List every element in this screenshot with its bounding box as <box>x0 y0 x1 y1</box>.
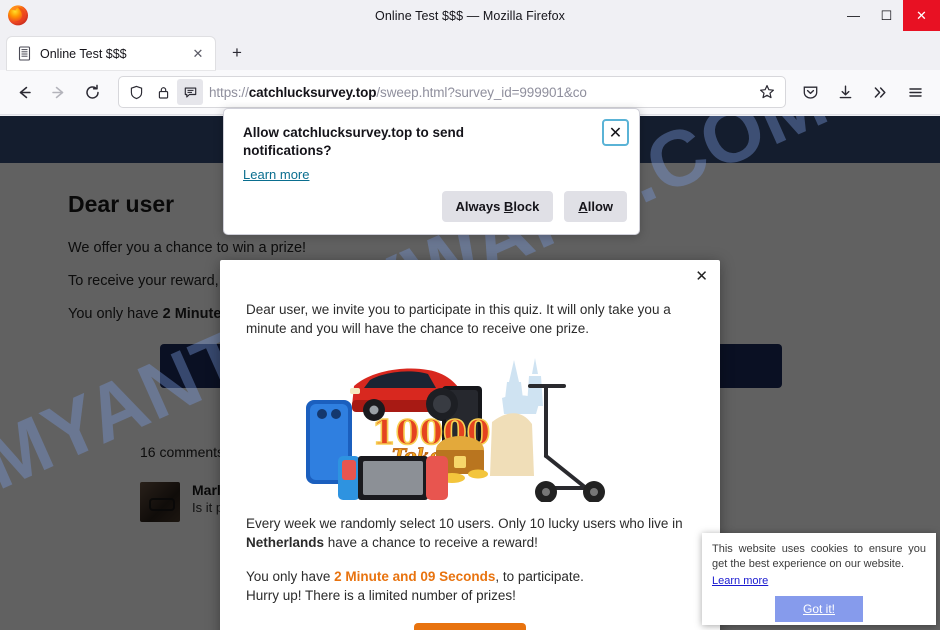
tab-online-test[interactable]: Online Test $$$ ✕ <box>7 37 215 70</box>
notification-popup-close-icon[interactable]: ✕ <box>602 119 629 146</box>
app-menu-icon[interactable] <box>899 76 932 108</box>
cookie-consent-banner: This website uses cookies to ensure you … <box>702 533 936 625</box>
title-bar: Online Test $$$ — Mozilla Firefox — ☐ ✕ <box>0 0 940 31</box>
overflow-icon[interactable] <box>864 76 897 108</box>
modal-timer-text: You only have 2 Minute and 09 Seconds, t… <box>246 567 694 586</box>
always-block-prefix: Always <box>455 199 504 214</box>
notification-permission-popup: Allow catchlucksurvey.top to send notifi… <box>223 108 640 235</box>
allow-suffix: llow <box>587 199 613 214</box>
cookie-text: This website uses cookies to ensure you … <box>712 543 926 570</box>
browser-window: Online Test $$$ — Mozilla Firefox — ☐ ✕ <box>0 0 940 630</box>
always-block-suffix: lock <box>513 199 540 214</box>
timer-value: 2 Minute and 09 Seconds <box>334 568 496 584</box>
cookie-actions: Got it! <box>712 596 926 623</box>
forward-button[interactable] <box>42 76 74 108</box>
minimize-button[interactable]: — <box>837 0 870 31</box>
document-favicon <box>17 46 32 61</box>
notification-permission-icon[interactable] <box>177 79 203 105</box>
always-block-button[interactable]: Always Block <box>441 191 554 222</box>
url-bar[interactable]: https://catchlucksurvey.top/sweep.html?s… <box>118 76 786 108</box>
modal-actions: Continue <box>246 622 694 630</box>
url-host: catchlucksurvey.top <box>248 84 377 100</box>
close-window-button[interactable]: ✕ <box>903 0 940 31</box>
prize-collage-image: 10000 Tokens <box>246 352 694 504</box>
lock-icon[interactable] <box>150 79 176 105</box>
allow-accesskey: A <box>578 199 588 214</box>
maximize-button[interactable]: ☐ <box>870 0 903 31</box>
cookie-accept-button[interactable]: Got it! <box>774 596 863 623</box>
modal-close-icon[interactable]: ✕ <box>695 269 708 284</box>
tab-title: Online Test $$$ <box>40 46 127 61</box>
notification-learn-more-link[interactable]: Learn more <box>243 167 309 182</box>
always-block-accesskey: B <box>503 199 514 214</box>
continue-button[interactable]: Continue <box>413 622 527 630</box>
allow-button[interactable]: Allow <box>564 191 627 222</box>
window-controls: — ☐ ✕ <box>837 0 940 31</box>
window-title: Online Test $$$ — Mozilla Firefox <box>375 8 565 23</box>
url-path: /sweep.html?survey_id=999901&co <box>376 84 587 100</box>
shield-icon[interactable] <box>123 79 149 105</box>
modal-hurry-text: Hurry up! There is a limited number of p… <box>246 587 516 603</box>
timer-suffix: , to participate. <box>495 568 584 584</box>
survey-modal: ✕ Dear user, we invite you to participat… <box>220 260 720 630</box>
selection-suffix: have a chance to receive a reward! <box>324 535 538 551</box>
new-tab-button[interactable]: + <box>222 38 252 68</box>
url-text[interactable]: https://catchlucksurvey.top/sweep.html?s… <box>204 85 754 100</box>
firefox-logo-icon <box>6 3 30 27</box>
downloads-icon[interactable] <box>829 76 862 108</box>
tab-strip: Online Test $$$ ✕ + <box>0 31 940 70</box>
cookie-learn-more-link[interactable]: Learn more <box>712 575 768 587</box>
modal-body: Dear user, we invite you to participate … <box>220 260 720 630</box>
modal-selection-text: Every week we randomly select 10 users. … <box>246 514 694 552</box>
country-name: Netherlands <box>246 535 325 551</box>
url-scheme: https:// <box>209 84 249 100</box>
back-button[interactable] <box>8 76 40 108</box>
selection-prefix: Every week we randomly select 10 users. … <box>246 516 683 532</box>
pocket-icon[interactable] <box>794 76 827 108</box>
timer-prefix: You only have <box>246 568 335 584</box>
tab-close-icon[interactable]: ✕ <box>189 45 207 63</box>
notification-popup-buttons: Always Block Allow <box>441 191 627 222</box>
notification-popup-title: Allow catchlucksurvey.top to send notifi… <box>243 125 465 158</box>
bookmark-star-icon[interactable] <box>755 84 779 100</box>
modal-intro-text: Dear user, we invite you to participate … <box>246 302 671 337</box>
reload-button[interactable] <box>76 76 108 108</box>
